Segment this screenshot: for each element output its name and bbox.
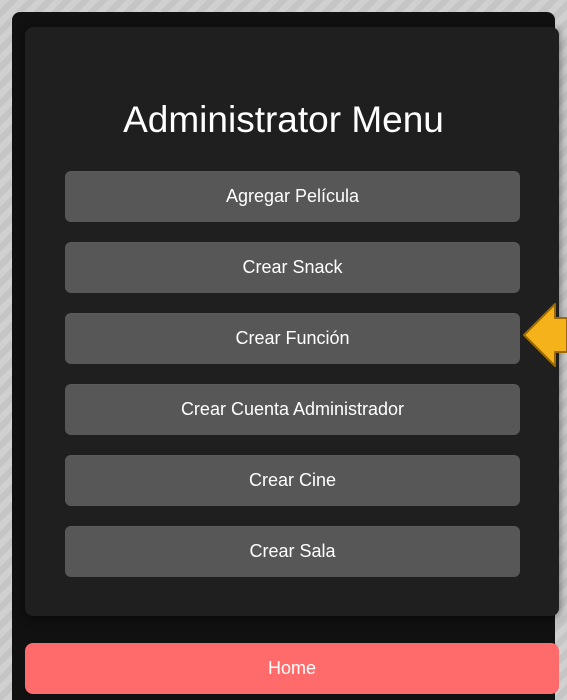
page-title: Administrator Menu [123, 99, 444, 140]
menu-button-agregar-pelicula[interactable]: Agregar Película [65, 171, 520, 222]
app-viewport: Administrator Menu Agregar Película Crea… [0, 0, 567, 700]
menu-button-crear-funcion[interactable]: Crear Función [65, 313, 520, 364]
menu-button-crear-cine[interactable]: Crear Cine [65, 455, 520, 506]
menu-button-crear-sala[interactable]: Crear Sala [65, 526, 520, 577]
menu-button-crear-cuenta-administrador[interactable]: Crear Cuenta Administrador [65, 384, 520, 435]
menu-button-crear-snack[interactable]: Crear Snack [65, 242, 520, 293]
home-button[interactable]: Home [25, 643, 559, 694]
left-pointing-arrow-icon [523, 303, 567, 367]
